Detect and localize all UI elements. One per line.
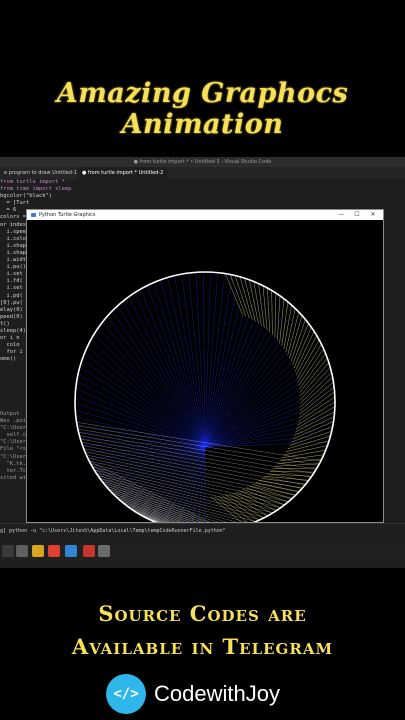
code-logo-icon: </>: [106, 674, 146, 714]
code-line: from time import sleep: [0, 186, 72, 193]
tab-untitled-1[interactable]: e program to draw Untitled-1: [0, 167, 81, 179]
terminal-command[interactable]: g] python -u "c:\Users\Jitesh\AppData\Lo…: [0, 523, 405, 538]
turtle-window-title: Python Turtle Graphics: [39, 212, 96, 218]
vscode-icon[interactable]: [65, 545, 77, 557]
taskbar: [0, 540, 405, 562]
yellow-string-art: [210, 273, 336, 522]
promo-line-2: Available in Telegram: [71, 634, 334, 659]
app-icon[interactable]: [98, 545, 110, 557]
code-line: = [Turt: [0, 200, 30, 207]
turtle-graphics-window[interactable]: Python Turtle Graphics — ☐ ✕: [26, 209, 384, 523]
search-icon[interactable]: [16, 545, 28, 557]
vscode-tab-bar: e program to draw Untitled-1 ● from turt…: [0, 167, 405, 179]
turtle-canvas: [74, 271, 336, 522]
folder-icon[interactable]: [32, 545, 44, 557]
code-line: bgcolor("black"): [0, 193, 52, 200]
tab-untitled-2[interactable]: ● from turtle import * Untitled-2: [78, 167, 168, 179]
brand-name: CodewithJoy: [154, 681, 280, 706]
chrome-icon[interactable]: [48, 545, 60, 557]
maximize-button[interactable]: ☐: [351, 210, 363, 220]
code-line: from turtle import *: [0, 179, 65, 185]
start-icon[interactable]: [2, 545, 14, 557]
video-headline: Amazing Graphocs Animation: [56, 78, 349, 140]
close-button[interactable]: ✕: [367, 210, 379, 220]
promo-line-1: Source Codes are: [98, 601, 307, 626]
vscode-title-bar: ● from turtle import * • Untitled-3 - Vi…: [0, 157, 405, 167]
turtle-title-bar[interactable]: Python Turtle Graphics — ☐ ✕: [27, 210, 383, 220]
recording-icon[interactable]: [83, 545, 95, 557]
minimize-button[interactable]: —: [335, 210, 347, 220]
turtle-feather-icon: [31, 213, 36, 217]
